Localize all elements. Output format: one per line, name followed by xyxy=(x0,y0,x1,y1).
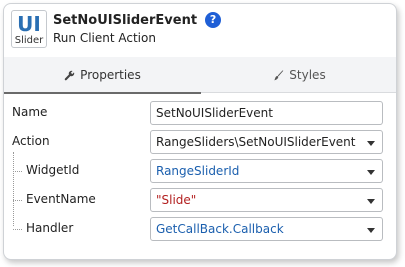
action-value: RangeSliders\SetNoUISliderEvent xyxy=(156,135,356,149)
action-label: Action xyxy=(12,134,50,148)
tab-properties[interactable]: Properties xyxy=(4,57,201,94)
element-subtitle: Run Client Action xyxy=(53,31,156,45)
action-select[interactable]: RangeSliders\SetNoUISliderEvent xyxy=(150,130,383,154)
property-row-handler: Handler GetCallBack.Callback xyxy=(4,216,396,242)
logo-text: UI xyxy=(17,12,41,36)
help-icon[interactable]: ? xyxy=(205,12,222,28)
tab-styles[interactable]: Styles xyxy=(201,57,396,93)
active-tab-indicator xyxy=(4,92,201,94)
ui-slider-logo-icon: UI Slider xyxy=(11,10,47,48)
eventname-value: "Slide" xyxy=(156,193,197,207)
property-row-action: Action RangeSliders\SetNoUISliderEvent xyxy=(4,129,396,155)
handler-select[interactable]: GetCallBack.Callback xyxy=(150,217,383,241)
tree-branch xyxy=(13,200,22,201)
widgetid-label: WidgetId xyxy=(26,163,80,177)
chevron-down-icon[interactable] xyxy=(367,170,375,175)
wrench-icon xyxy=(64,70,75,80)
chevron-down-icon[interactable] xyxy=(367,141,375,146)
chevron-down-icon[interactable] xyxy=(367,199,375,204)
panel-header: UI Slider SetNoUISliderEvent ? Run Clien… xyxy=(4,4,396,52)
handler-value: GetCallBack.Callback xyxy=(156,222,284,236)
property-row-eventname: EventName "Slide" xyxy=(4,187,396,213)
chevron-down-icon[interactable] xyxy=(367,228,375,233)
property-row-widgetid: WidgetId RangeSliderId xyxy=(4,158,396,184)
property-row-name: Name SetNoUISliderEvent xyxy=(4,100,396,126)
name-label: Name xyxy=(12,105,48,119)
properties-panel: UI Slider SetNoUISliderEvent ? Run Clien… xyxy=(3,3,397,260)
tab-properties-label: Properties xyxy=(80,68,141,82)
tab-bar: Properties Styles xyxy=(4,57,396,94)
brush-icon xyxy=(274,69,284,80)
widgetid-value: RangeSliderId xyxy=(156,164,240,178)
logo-caption: Slider xyxy=(14,35,44,46)
element-title: SetNoUISliderEvent xyxy=(53,12,198,28)
name-input[interactable]: SetNoUISliderEvent xyxy=(150,101,383,125)
tree-branch xyxy=(13,171,22,172)
widgetid-select[interactable]: RangeSliderId xyxy=(150,159,383,183)
eventname-select[interactable]: "Slide" xyxy=(150,188,383,212)
title-row: SetNoUISliderEvent ? xyxy=(53,12,222,28)
handler-label: Handler xyxy=(26,221,74,235)
tab-styles-label: Styles xyxy=(289,68,326,82)
tree-branch xyxy=(13,229,22,230)
eventname-label: EventName xyxy=(26,192,96,206)
